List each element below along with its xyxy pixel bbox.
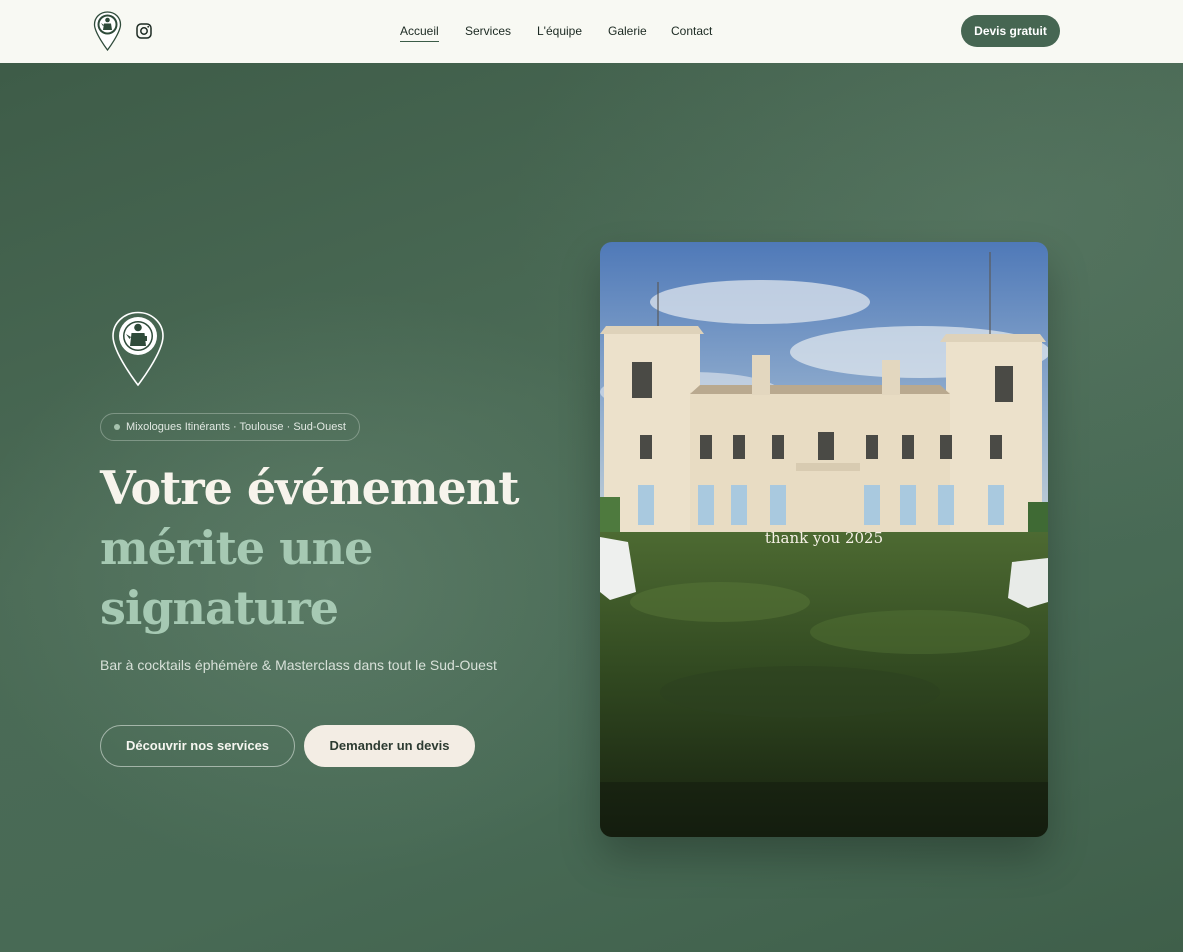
badge-dot-icon [114,424,120,430]
request-quote-button[interactable]: Demander un devis [304,725,475,767]
video-caption: thank you 2025 [764,529,884,547]
badge-text: Mixologues Itinérants · Toulouse · Sud-O… [126,421,346,433]
hero-logo-icon [112,311,164,387]
nav-link-contact[interactable]: Contact [671,24,712,38]
nav-link-equipe[interactable]: L'équipe [537,24,582,38]
free-quote-button[interactable]: Devis gratuit [961,15,1060,47]
location-badge: Mixologues Itinérants · Toulouse · Sud-O… [100,413,360,441]
nav-link-services[interactable]: Services [465,24,511,38]
nav-link-accueil[interactable]: Accueil [400,24,439,42]
hero-video[interactable]: thank you 2025 [600,242,1048,837]
hero-title-line-1: Votre événement [100,461,520,515]
nav-link-galerie[interactable]: Galerie [608,24,647,38]
hero-section: Mixologues Itinérants · Toulouse · Sud-O… [0,63,1183,952]
hero-title-line-3: signature [100,581,339,635]
hero-title: Votre événement mérite une signature [100,458,520,638]
hero-subtitle: Bar à cocktails éphémère & Masterclass d… [100,657,497,673]
discover-services-button[interactable]: Découvrir nos services [100,725,295,767]
top-navbar: Accueil Services L'équipe Galerie Contac… [0,0,1183,63]
hero-title-line-2: mérite une [100,521,373,575]
